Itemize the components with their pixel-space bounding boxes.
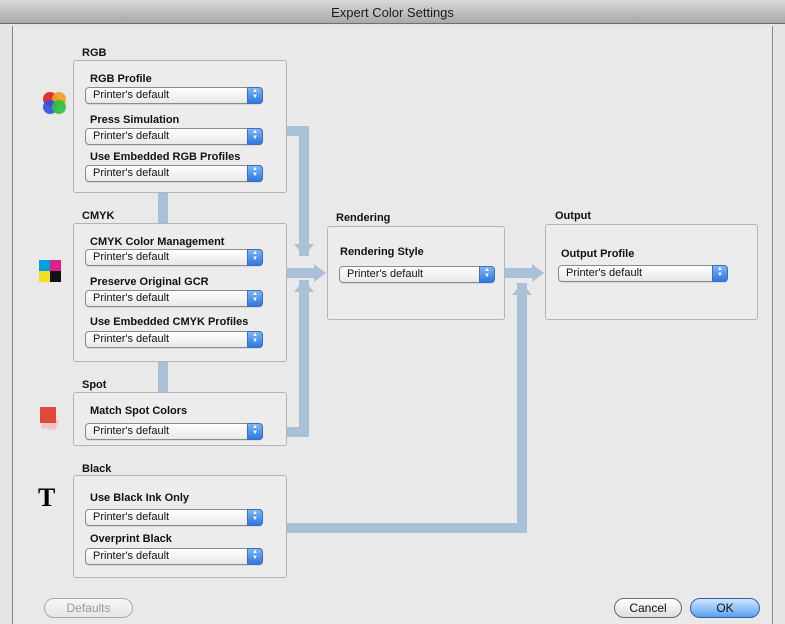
pipe-arrow-rgb-down bbox=[294, 244, 314, 256]
popup-value: Printer's default bbox=[566, 267, 643, 279]
popup-value: Printer's default bbox=[93, 425, 170, 437]
field-label-rendering-style: Rendering Style bbox=[340, 246, 424, 258]
section-title-output: Output bbox=[555, 210, 592, 222]
popup-arrows-icon: ▲ ▼ bbox=[247, 331, 263, 348]
pipe-arrow-output bbox=[532, 264, 544, 282]
pipe-arrow-rendering bbox=[314, 264, 326, 282]
section-title-black: Black bbox=[82, 463, 112, 475]
popup-value: Printer's default bbox=[93, 550, 170, 562]
popup-value: Printer's default bbox=[93, 333, 170, 345]
section-title-rendering: Rendering bbox=[336, 212, 391, 224]
use-embedded-rgb-profiles-popup[interactable]: Printer's default ▲ ▼ bbox=[85, 165, 263, 182]
field-label-preserve-original-gcr: Preserve Original GCR bbox=[90, 276, 209, 288]
popup-arrows-icon: ▲ ▼ bbox=[247, 165, 263, 182]
popup-arrows-icon: ▲ ▼ bbox=[247, 128, 263, 145]
output-profile-popup[interactable]: Printer's default ▲ ▼ bbox=[558, 265, 728, 282]
rgb-profile-popup[interactable]: Printer's default ▲ ▼ bbox=[85, 87, 263, 104]
overprint-black-popup[interactable]: Printer's default ▲ ▼ bbox=[85, 548, 263, 565]
popup-arrows-icon: ▲ ▼ bbox=[247, 290, 263, 307]
popup-arrows-icon: ▲ ▼ bbox=[479, 266, 495, 283]
popup-value: Printer's default bbox=[347, 268, 424, 280]
field-label-use-embedded-rgb-profiles: Use Embedded RGB Profiles bbox=[90, 151, 241, 163]
field-label-use-black-ink-only: Use Black Ink Only bbox=[90, 492, 190, 504]
popup-arrows-icon: ▲ ▼ bbox=[247, 87, 263, 104]
field-label-match-spot-colors: Match Spot Colors bbox=[90, 405, 188, 417]
popup-value: Printer's default bbox=[93, 89, 170, 101]
cancel-button[interactable]: Cancel bbox=[614, 598, 682, 618]
pipe-arrow-spot-up bbox=[294, 280, 314, 292]
section-title-cmyk: CMYK bbox=[82, 210, 115, 222]
rgb-color-circles-icon bbox=[43, 92, 66, 114]
popup-value: Printer's default bbox=[93, 130, 170, 142]
popup-value: Printer's default bbox=[93, 292, 170, 304]
ok-button[interactable]: OK bbox=[690, 598, 760, 618]
field-label-overprint-black: Overprint Black bbox=[90, 533, 172, 545]
popup-value: Printer's default bbox=[93, 251, 170, 263]
popup-arrows-icon: ▲ ▼ bbox=[712, 265, 728, 282]
cmyk-color-management-popup[interactable]: Printer's default ▲ ▼ bbox=[85, 249, 263, 266]
black-text-t-icon: T bbox=[38, 483, 56, 512]
pipe-arrow-black-up bbox=[512, 283, 532, 295]
preserve-original-gcr-popup[interactable]: Printer's default ▲ ▼ bbox=[85, 290, 263, 307]
field-label-rgb-profile: RGB Profile bbox=[90, 73, 152, 85]
rendering-style-popup[interactable]: Printer's default ▲ ▼ bbox=[339, 266, 495, 283]
use-black-ink-only-popup[interactable]: Printer's default ▲ ▼ bbox=[85, 509, 263, 526]
section-title-rgb: RGB bbox=[82, 47, 107, 59]
cmyk-squares-icon bbox=[39, 260, 61, 282]
field-label-press-simulation: Press Simulation bbox=[90, 114, 180, 126]
field-label-cmyk-color-management: CMYK Color Management bbox=[90, 236, 225, 248]
popup-value: Printer's default bbox=[93, 167, 170, 179]
popup-arrows-icon: ▲ ▼ bbox=[247, 509, 263, 526]
field-label-use-embedded-cmyk-profiles: Use Embedded CMYK Profiles bbox=[90, 316, 249, 328]
popup-arrows-icon: ▲ ▼ bbox=[247, 423, 263, 440]
popup-arrows-icon: ▲ ▼ bbox=[247, 249, 263, 266]
spot-color-swatch-icon bbox=[40, 407, 59, 430]
field-label-output-profile: Output Profile bbox=[561, 248, 635, 260]
section-title-spot: Spot bbox=[82, 379, 107, 391]
defaults-button[interactable]: Defaults bbox=[44, 598, 133, 618]
popup-value: Printer's default bbox=[93, 511, 170, 523]
press-simulation-popup[interactable]: Printer's default ▲ ▼ bbox=[85, 128, 263, 145]
match-spot-colors-popup[interactable]: Printer's default ▲ ▼ bbox=[85, 423, 263, 440]
popup-arrows-icon: ▲ ▼ bbox=[247, 548, 263, 565]
use-embedded-cmyk-profiles-popup[interactable]: Printer's default ▲ ▼ bbox=[85, 331, 263, 348]
